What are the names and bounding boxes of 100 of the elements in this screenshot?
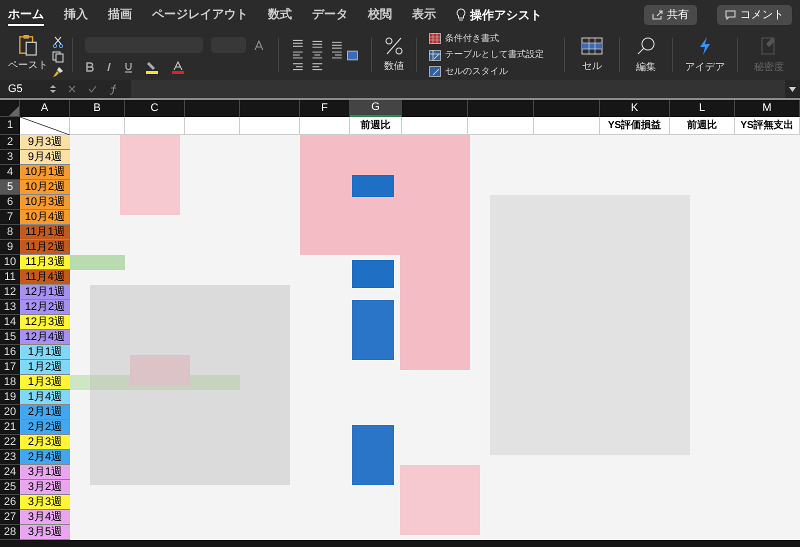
ribbon-tab[interactable]: 数式 <box>268 4 292 26</box>
ribbon-tab[interactable]: 校閲 <box>368 4 392 26</box>
formula-field[interactable] <box>131 80 785 98</box>
style-menu-button[interactable]: セルのスタイル <box>445 64 508 78</box>
row-header[interactable]: 1 <box>0 117 20 135</box>
row-header[interactable]: 3 <box>0 150 20 165</box>
row-header[interactable]: 5 <box>0 180 20 195</box>
lightning-icon[interactable] <box>698 36 712 56</box>
row-header[interactable]: 22 <box>0 435 20 450</box>
tell-me-field[interactable]: 操作アシスト <box>470 6 542 24</box>
column-header[interactable]: G <box>350 100 402 117</box>
table-cell <box>185 117 240 135</box>
ribbon-tab[interactable]: ホーム <box>8 4 44 26</box>
table-cell: 前週比 <box>350 117 402 135</box>
table-cell: YS評価損益 <box>600 117 670 135</box>
table-cell: 10月2週 <box>20 180 70 195</box>
table-cell: 10月4週 <box>20 210 70 225</box>
row-header[interactable]: 12 <box>0 285 20 300</box>
row-header[interactable]: 20 <box>0 405 20 420</box>
row-header[interactable]: 4 <box>0 165 20 180</box>
editing-label: 編集 <box>636 60 656 74</box>
table-cell <box>70 117 125 135</box>
highlighter-icon[interactable] <box>144 60 159 74</box>
row-header[interactable]: 7 <box>0 210 20 225</box>
table-format-icon <box>429 50 442 60</box>
table-cell: 2月1週 <box>20 405 70 420</box>
table-cell: 1月3週 <box>20 375 70 390</box>
sensitivity-label: 秘密度 <box>754 60 784 74</box>
spinner-icon[interactable] <box>50 84 56 94</box>
row-header[interactable]: 16 <box>0 345 20 360</box>
font-grow-icon[interactable] <box>254 38 266 50</box>
style-menu-button[interactable]: 条件付き書式 <box>445 32 500 46</box>
style-menu-button[interactable]: テーブルとして書式設定 <box>445 48 544 62</box>
function-icon[interactable] <box>109 84 119 94</box>
table-cell: 前週比 <box>670 117 735 135</box>
row-header[interactable]: 25 <box>0 480 20 495</box>
cells-label: セル <box>582 60 602 74</box>
table-cell: 9月4週 <box>20 150 70 165</box>
row-header[interactable]: 19 <box>0 390 20 405</box>
alignment-icons-drawing[interactable] <box>290 38 360 72</box>
scissors-icon[interactable] <box>52 36 64 48</box>
row-header[interactable]: 2 <box>0 135 20 150</box>
check-icon[interactable] <box>88 85 97 93</box>
cancel-icon[interactable] <box>68 85 76 93</box>
row-header[interactable]: 13 <box>0 300 20 315</box>
row-header[interactable]: 23 <box>0 450 20 465</box>
table-cell: 10月1週 <box>20 165 70 180</box>
row-header[interactable]: 18 <box>0 375 20 390</box>
share-icon <box>652 10 663 20</box>
table-cell <box>468 117 534 135</box>
clipboard-icon <box>18 34 38 56</box>
row-header[interactable]: 21 <box>0 420 20 435</box>
ribbon-tab[interactable]: 描画 <box>108 4 132 26</box>
row-header[interactable]: 15 <box>0 330 20 345</box>
expand-icon[interactable] <box>789 86 796 92</box>
row-header[interactable]: 17 <box>0 360 20 375</box>
cell-style-icon <box>429 66 442 77</box>
row-header[interactable]: 14 <box>0 315 20 330</box>
row-header[interactable]: 6 <box>0 195 20 210</box>
table-cell: 11月1週 <box>20 225 70 240</box>
comment-button[interactable]: コメント <box>717 5 792 25</box>
conditional-format-icon <box>429 33 442 44</box>
speech-bubble-icon <box>725 10 736 20</box>
row-header[interactable]: 24 <box>0 465 20 480</box>
lightbulb-icon <box>456 8 466 22</box>
percent-icon[interactable] <box>384 36 404 54</box>
name-box[interactable]: G5 <box>0 80 50 98</box>
underline-icon[interactable] <box>124 62 133 72</box>
ribbon-tab[interactable]: 表示 <box>412 4 436 26</box>
row-header[interactable]: 27 <box>0 510 20 525</box>
table-cell: 11月3週 <box>20 255 70 270</box>
table-cell <box>125 117 185 135</box>
share-button[interactable]: 共有 <box>644 5 697 25</box>
ribbon-tab[interactable]: ページレイアウト <box>152 4 248 26</box>
row-header[interactable]: 26 <box>0 495 20 510</box>
table-cell: 12月1週 <box>20 285 70 300</box>
table-cell: 3月5週 <box>20 525 70 540</box>
table-cell: 3月3週 <box>20 495 70 510</box>
row-header[interactable]: 10 <box>0 255 20 270</box>
row-header[interactable]: 9 <box>0 240 20 255</box>
search-icon[interactable] <box>636 36 656 56</box>
table-cell <box>240 117 300 135</box>
table-cell: 10月3週 <box>20 195 70 210</box>
cells-icon[interactable] <box>581 36 604 54</box>
table-cell: 3月1週 <box>20 465 70 480</box>
row-header[interactable]: 8 <box>0 225 20 240</box>
ribbon-tab[interactable]: データ <box>312 4 348 26</box>
table-cell: YS評無支出 <box>735 117 800 135</box>
paste-button[interactable]: ペースト <box>8 34 48 73</box>
table-cell: 3月2週 <box>20 480 70 495</box>
bold-icon[interactable] <box>84 62 94 72</box>
paintbrush-icon[interactable] <box>52 66 64 78</box>
font-color-icon[interactable] <box>170 60 185 74</box>
copy-icon[interactable] <box>52 51 64 63</box>
table-cell: 1月2週 <box>20 360 70 375</box>
row-header[interactable]: 28 <box>0 525 20 540</box>
number-label: 数値 <box>384 60 404 74</box>
row-header[interactable]: 11 <box>0 270 20 285</box>
ribbon-tab[interactable]: 挿入 <box>64 4 88 26</box>
italic-icon[interactable] <box>106 62 112 72</box>
